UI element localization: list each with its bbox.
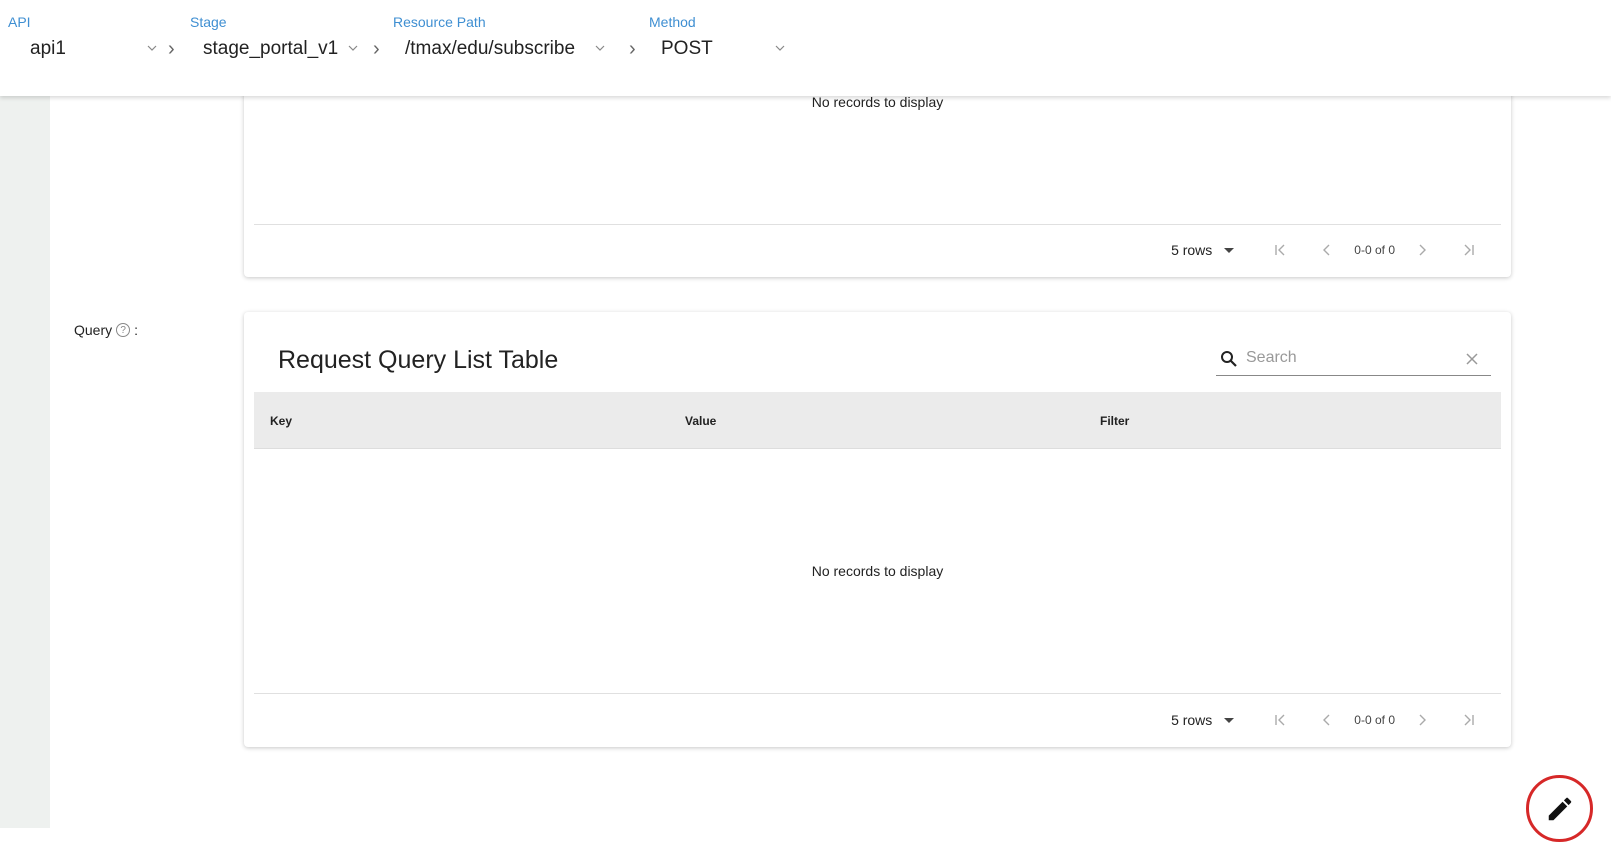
column-header-key[interactable]: Key xyxy=(270,414,292,428)
method-label: Method xyxy=(649,14,696,30)
stage-value: stage_portal_v1 xyxy=(203,38,339,59)
chevron-down-icon[interactable] xyxy=(347,42,359,54)
table-header: Key Value Filter xyxy=(254,392,1501,449)
chevron-down-icon[interactable] xyxy=(146,42,158,54)
query-field-label: Query ? : xyxy=(74,322,138,338)
help-icon[interactable]: ? xyxy=(116,323,131,337)
next-page-icon[interactable] xyxy=(1411,709,1433,731)
left-rail xyxy=(0,0,50,850)
pagination: 5 rows 0-0 of 0 xyxy=(1171,708,1491,732)
dropdown-arrow-icon xyxy=(1224,247,1235,253)
prev-page-icon[interactable] xyxy=(1316,709,1338,731)
page-range: 0-0 of 0 xyxy=(1354,243,1395,257)
page-range: 0-0 of 0 xyxy=(1354,713,1395,727)
table-title: Request Query List Table xyxy=(278,346,559,374)
resource-value: /tmax/edu/subscribe xyxy=(405,38,576,59)
empty-message: No records to display xyxy=(811,563,944,579)
stage-label: Stage xyxy=(190,14,227,30)
chevron-right-icon: › xyxy=(168,38,175,60)
api-value: api1 xyxy=(30,38,66,59)
edit-button[interactable] xyxy=(1526,775,1593,842)
query-label-text: Query xyxy=(74,322,113,338)
last-page-icon[interactable] xyxy=(1457,239,1479,261)
last-page-icon[interactable] xyxy=(1457,709,1479,731)
resource-label: Resource Path xyxy=(393,14,486,30)
divider xyxy=(254,693,1501,694)
rows-per-page-value: 5 rows xyxy=(1171,242,1213,258)
rows-per-page-value: 5 rows xyxy=(1171,712,1213,728)
breadcrumb-header: API api1 › Stage stage_portal_v1 › Resou… xyxy=(0,0,1611,96)
next-page-icon[interactable] xyxy=(1411,239,1433,261)
edit-icon xyxy=(1548,797,1571,820)
rows-per-page-select[interactable]: 5 rows xyxy=(1171,242,1235,258)
first-page-icon[interactable] xyxy=(1270,709,1292,731)
chevron-right-icon: › xyxy=(373,38,380,60)
search-input[interactable]: Search xyxy=(1216,342,1491,376)
api-label: API xyxy=(8,14,31,30)
chevron-down-icon[interactable] xyxy=(774,42,786,54)
breadcrumb-api[interactable]: API api1 xyxy=(8,12,158,72)
first-page-icon[interactable] xyxy=(1270,239,1292,261)
column-header-value[interactable]: Value xyxy=(685,414,716,428)
request-query-table-card: Request Query List Table Search Key Valu… xyxy=(244,312,1511,747)
chevron-down-icon[interactable] xyxy=(594,42,606,54)
rows-per-page-select[interactable]: 5 rows xyxy=(1171,712,1235,728)
breadcrumb-stage[interactable]: Stage stage_portal_v1 xyxy=(190,12,365,72)
pagination: 5 rows 0-0 of 0 xyxy=(1171,238,1491,262)
dropdown-arrow-icon xyxy=(1224,717,1235,723)
column-header-filter[interactable]: Filter xyxy=(1100,414,1129,428)
clear-icon[interactable] xyxy=(1465,352,1479,366)
breadcrumb-method[interactable]: Method POST xyxy=(649,12,799,72)
prev-page-icon[interactable] xyxy=(1316,239,1338,261)
right-gutter xyxy=(1568,0,1611,850)
search-icon xyxy=(1221,351,1237,367)
empty-message: No records to display xyxy=(811,94,944,110)
search-placeholder: Search xyxy=(1246,349,1297,366)
bottom-strip xyxy=(0,828,1611,850)
query-label-suffix: : xyxy=(134,322,139,338)
divider xyxy=(254,224,1501,225)
chevron-right-icon: › xyxy=(629,38,636,60)
method-value: POST xyxy=(661,38,713,59)
breadcrumb-resource-path[interactable]: Resource Path /tmax/edu/subscribe xyxy=(393,12,615,72)
